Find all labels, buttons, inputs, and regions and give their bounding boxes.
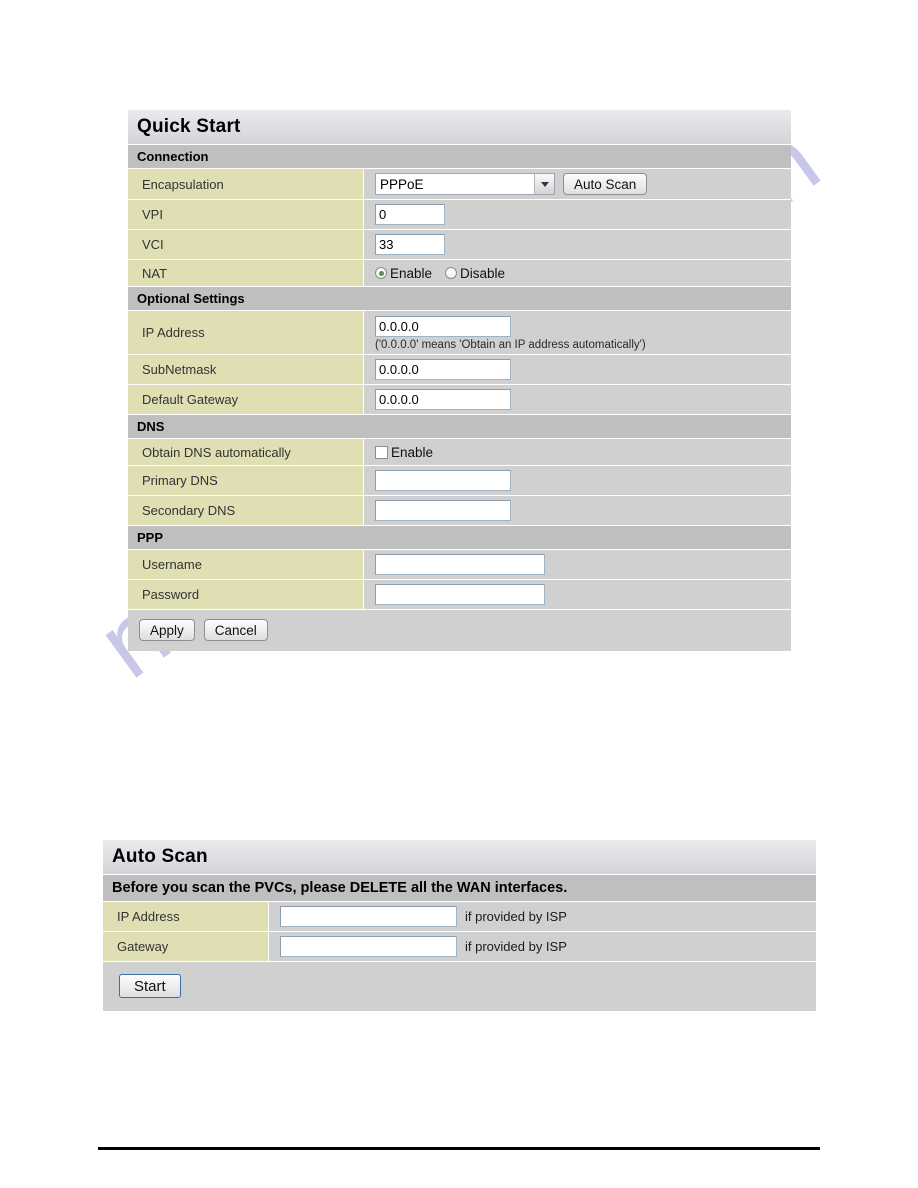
row-nat: NAT Enable Disable: [128, 260, 791, 287]
username-input[interactable]: [375, 554, 545, 575]
field-secondary-dns: [364, 496, 791, 525]
label-default-gateway: Default Gateway: [128, 385, 364, 414]
chevron-down-icon[interactable]: [534, 174, 554, 194]
ip-address-hint: ('0.0.0.0' means 'Obtain an IP address a…: [375, 339, 646, 351]
page-title: Quick Start: [128, 110, 791, 145]
scan-gateway-input[interactable]: [280, 936, 457, 957]
encapsulation-select[interactable]: PPPoE: [375, 173, 555, 195]
nat-enable-label: Enable: [390, 265, 433, 281]
label-subnetmask: SubNetmask: [128, 355, 364, 384]
vci-input[interactable]: [375, 234, 445, 255]
row-vpi: VPI: [128, 200, 791, 230]
nat-radio-group: Enable Disable: [375, 266, 505, 281]
row-password: Password: [128, 580, 791, 610]
label-primary-dns: Primary DNS: [128, 466, 364, 495]
label-vci: VCI: [128, 230, 364, 259]
cancel-button[interactable]: Cancel: [203, 619, 268, 641]
field-subnetmask: [364, 355, 791, 384]
quick-start-button-bar: Apply Cancel: [128, 610, 791, 651]
password-input[interactable]: [375, 584, 545, 605]
label-scan-gateway: Gateway: [103, 932, 269, 961]
obtain-dns-enable-label: Enable: [391, 444, 434, 460]
vpi-input[interactable]: [375, 204, 445, 225]
primary-dns-input[interactable]: [375, 470, 511, 491]
scan-ip-address-hint: if provided by ISP: [465, 909, 567, 924]
row-vci: VCI: [128, 230, 791, 260]
nat-disable-label: Disable: [460, 265, 506, 281]
label-password: Password: [128, 580, 364, 609]
subnetmask-input[interactable]: [375, 359, 511, 380]
auto-scan-notice: Before you scan the PVCs, please DELETE …: [103, 875, 816, 902]
field-username: [364, 550, 791, 579]
nat-radio-enable[interactable]: Enable: [375, 266, 432, 281]
row-encapsulation: Encapsulation PPPoE Auto Scan: [128, 169, 791, 200]
field-password: [364, 580, 791, 609]
section-header-connection: Connection: [128, 145, 791, 169]
row-default-gateway: Default Gateway: [128, 385, 791, 415]
start-button[interactable]: Start: [119, 974, 181, 998]
footer-rule: [98, 1147, 820, 1150]
quick-start-panel: Quick Start Connection Encapsulation PPP…: [128, 110, 791, 651]
row-primary-dns: Primary DNS: [128, 466, 791, 496]
label-username: Username: [128, 550, 364, 579]
section-header-optional-settings: Optional Settings: [128, 287, 791, 311]
label-vpi: VPI: [128, 200, 364, 229]
label-secondary-dns: Secondary DNS: [128, 496, 364, 525]
radio-unselected-icon[interactable]: [445, 267, 458, 279]
checkbox-icon[interactable]: [375, 445, 388, 459]
label-encapsulation: Encapsulation: [128, 169, 364, 199]
secondary-dns-input[interactable]: [375, 500, 511, 521]
ip-address-input[interactable]: [375, 316, 511, 337]
field-scan-ip-address: if provided by ISP: [269, 902, 816, 931]
row-scan-ip-address: IP Address if provided by ISP: [103, 902, 816, 932]
nat-radio-disable[interactable]: Disable: [445, 266, 505, 281]
apply-button[interactable]: Apply: [139, 619, 195, 641]
row-username: Username: [128, 550, 791, 580]
obtain-dns-checkbox-item[interactable]: Enable: [375, 445, 433, 460]
row-obtain-dns: Obtain DNS automatically Enable: [128, 439, 791, 466]
scan-ip-address-input[interactable]: [280, 906, 457, 927]
auto-scan-button[interactable]: Auto Scan: [563, 173, 648, 195]
encapsulation-select-value: PPPoE: [380, 176, 424, 192]
label-ip-address: IP Address: [128, 311, 364, 354]
field-vpi: [364, 200, 791, 229]
field-ip-address: ('0.0.0.0' means 'Obtain an IP address a…: [364, 311, 791, 354]
scan-gateway-hint: if provided by ISP: [465, 939, 567, 954]
label-nat: NAT: [128, 260, 364, 286]
section-header-dns: DNS: [128, 415, 791, 439]
auto-scan-title: Auto Scan: [103, 840, 816, 875]
auto-scan-button-bar: Start: [103, 962, 816, 1011]
field-default-gateway: [364, 385, 791, 414]
row-ip-address: IP Address ('0.0.0.0' means 'Obtain an I…: [128, 311, 791, 355]
section-header-ppp: PPP: [128, 526, 791, 550]
field-primary-dns: [364, 466, 791, 495]
auto-scan-panel: Auto Scan Before you scan the PVCs, plea…: [103, 840, 816, 1011]
radio-selected-icon[interactable]: [375, 267, 387, 279]
row-secondary-dns: Secondary DNS: [128, 496, 791, 526]
row-subnetmask: SubNetmask: [128, 355, 791, 385]
label-scan-ip-address: IP Address: [103, 902, 269, 931]
field-encapsulation: PPPoE Auto Scan: [364, 169, 791, 199]
field-vci: [364, 230, 791, 259]
field-scan-gateway: if provided by ISP: [269, 932, 816, 961]
label-obtain-dns: Obtain DNS automatically: [128, 439, 364, 465]
default-gateway-input[interactable]: [375, 389, 511, 410]
field-nat: Enable Disable: [364, 260, 791, 286]
row-scan-gateway: Gateway if provided by ISP: [103, 932, 816, 962]
field-obtain-dns: Enable: [364, 439, 791, 465]
